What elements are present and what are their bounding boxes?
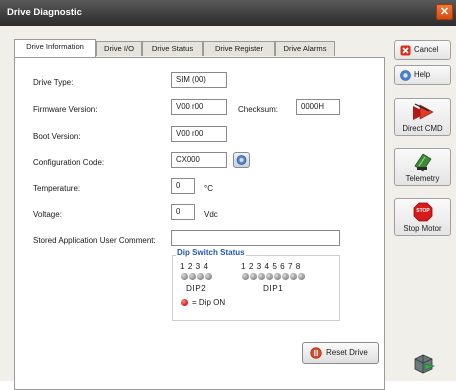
dip1-switch-6 (282, 273, 289, 280)
temperature-label: Temperature: (33, 184, 81, 193)
firmware-version-field[interactable]: V00 r00 (171, 99, 227, 115)
temperature-field[interactable]: 0 (171, 178, 195, 194)
stop-sign-text: STOP (416, 208, 430, 214)
configuration-code-label: Configuration Code: (33, 158, 105, 167)
help-button[interactable]: Help (394, 65, 451, 85)
help-label: Help (414, 70, 431, 79)
config-globe-icon (236, 155, 247, 165)
user-comment-label: Stored Application User Comment: (33, 236, 156, 245)
drive-type-label: Drive Type: (33, 78, 74, 87)
stop-motor-label: Stop Motor (403, 224, 442, 233)
direct-cmd-button[interactable]: Direct CMD (394, 98, 451, 136)
telemetry-button[interactable]: Telemetry (394, 148, 451, 186)
dip2-switch-2 (189, 273, 196, 280)
dip1-switch-4 (266, 273, 273, 280)
dip-on-legend: = Dip ON (192, 298, 226, 307)
telemetry-label: Telemetry (405, 174, 440, 183)
dialog-body: Drive Information Drive I/O Drive Status… (0, 26, 456, 390)
voltage-field[interactable]: 0 (171, 204, 195, 220)
dip1-numbers: 1 2 3 4 5 6 7 8 (241, 262, 301, 271)
boot-version-label: Boot Version: (33, 132, 81, 141)
tab-drive-register[interactable]: Drive Register (203, 41, 275, 56)
dip1-switch-3 (258, 273, 265, 280)
dip-switch-title: Dip Switch Status (176, 248, 246, 257)
dip2-switch-1 (181, 273, 188, 280)
dip1-label: DIP1 (263, 284, 284, 293)
dip1-switch-7 (290, 273, 297, 280)
tab-drive-information[interactable]: Drive Information (14, 39, 96, 57)
dip1-switch-1 (242, 273, 249, 280)
close-button[interactable]: ✕ (436, 4, 453, 20)
boot-version-field[interactable]: V00 r00 (171, 126, 227, 142)
checksum-field[interactable]: 0000H (296, 99, 340, 115)
cancel-button[interactable]: Cancel (394, 40, 451, 60)
telemetry-icon (414, 153, 432, 172)
firmware-version-label: Firmware Version: (33, 105, 98, 114)
title-bar: Drive Diagnostic ✕ (0, 0, 456, 26)
drive-type-field[interactable]: SIM (00) (171, 72, 227, 88)
window-title: Drive Diagnostic (7, 7, 82, 18)
dip-on-legend-icon (181, 299, 188, 306)
dip2-switch-3 (197, 273, 204, 280)
temperature-unit: °C (204, 184, 213, 193)
cancel-label: Cancel (414, 45, 439, 54)
reset-icon (310, 347, 322, 359)
dip1-switch-8 (298, 273, 305, 280)
dip2-switch-4 (205, 273, 212, 280)
app-logo-icon (414, 354, 435, 374)
cancel-icon (400, 45, 411, 56)
configuration-code-field[interactable]: CX000 (171, 152, 227, 168)
direct-cmd-icon (413, 103, 434, 120)
dip2-label: DIP2 (186, 284, 207, 293)
user-comment-field[interactable] (171, 230, 340, 246)
dip1-switch-2 (250, 273, 257, 280)
voltage-label: Voltage: (33, 210, 62, 219)
dip1-switch-5 (274, 273, 281, 280)
tab-drive-alarms[interactable]: Drive Alarms (275, 41, 335, 56)
reset-drive-button[interactable]: Reset Drive (302, 342, 379, 364)
reset-drive-label: Reset Drive (326, 348, 368, 357)
tab-drive-io[interactable]: Drive I/O (96, 41, 142, 56)
configuration-lookup-button[interactable] (233, 152, 250, 168)
tab-drive-status[interactable]: Drive Status (142, 41, 203, 56)
stop-motor-button[interactable]: STOP Stop Motor (394, 198, 451, 236)
checksum-label: Checksum: (238, 105, 279, 114)
voltage-unit: Vdc (204, 210, 218, 219)
dip2-numbers: 1 2 3 4 (180, 262, 209, 271)
direct-cmd-label: Direct CMD (402, 124, 443, 133)
help-icon (400, 70, 411, 81)
